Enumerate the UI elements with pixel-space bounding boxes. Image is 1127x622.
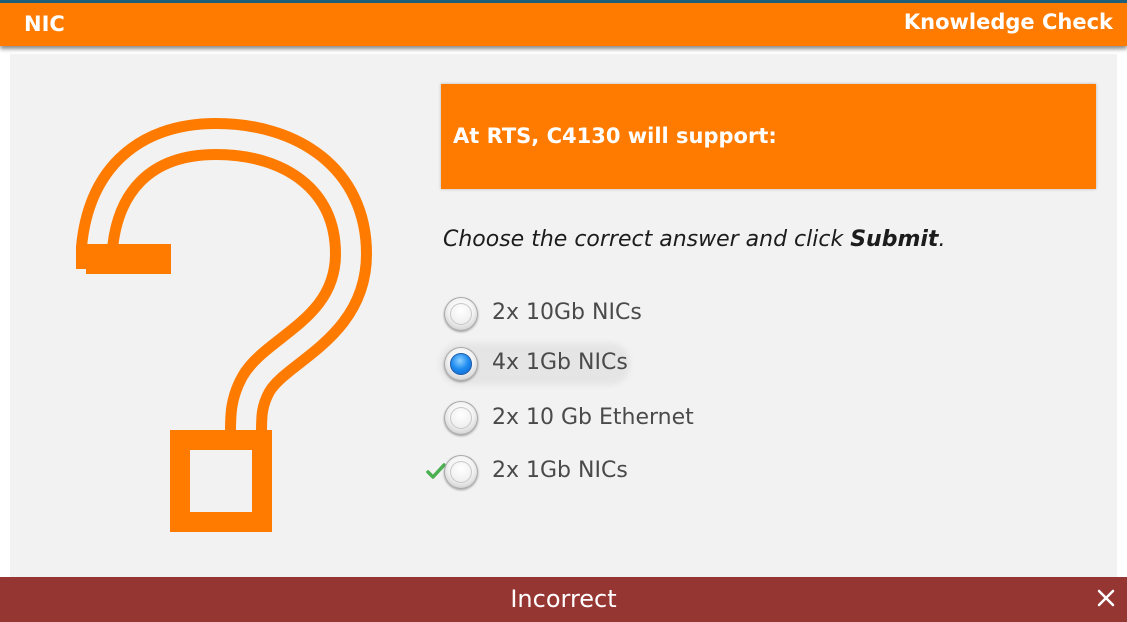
answer-label: 4x 1Gb NICs [492,350,628,375]
module-title: NIC [24,12,65,36]
question-box: At RTS, C4130 will support: [441,84,1096,189]
answer-option-3[interactable]: 2x 10 Gb Ethernet [444,401,864,439]
radio-button[interactable] [444,297,478,331]
instruction-prefix: Choose the correct answer and click [443,227,851,252]
answer-label: 2x 10 Gb Ethernet [492,405,694,430]
instruction-text: Choose the correct answer and click Subm… [443,227,945,252]
instruction-suffix: . [938,227,946,252]
answer-label: 2x 10Gb NICs [492,300,642,325]
radio-button-selected[interactable] [444,347,478,381]
answer-option-4[interactable]: 2x 1Gb NICs [444,455,864,493]
feedback-bar: Incorrect [0,577,1127,622]
answer-label: 2x 1Gb NICs [492,458,628,483]
close-icon[interactable] [1095,587,1117,609]
radio-button[interactable] [444,401,478,435]
checkmark-icon [426,463,446,479]
radio-button[interactable] [444,455,478,489]
top-bar: NIC Knowledge Check [0,0,1127,46]
section-title: Knowledge Check [903,10,1113,34]
question-text: At RTS, C4130 will support: [453,124,777,148]
answer-option-2[interactable]: 4x 1Gb NICs [444,347,864,385]
answer-option-1[interactable]: 2x 10Gb NICs [444,297,864,335]
question-mark-icon [76,118,372,532]
feedback-message: Incorrect [510,585,617,613]
instruction-submit: Submit [850,227,939,252]
